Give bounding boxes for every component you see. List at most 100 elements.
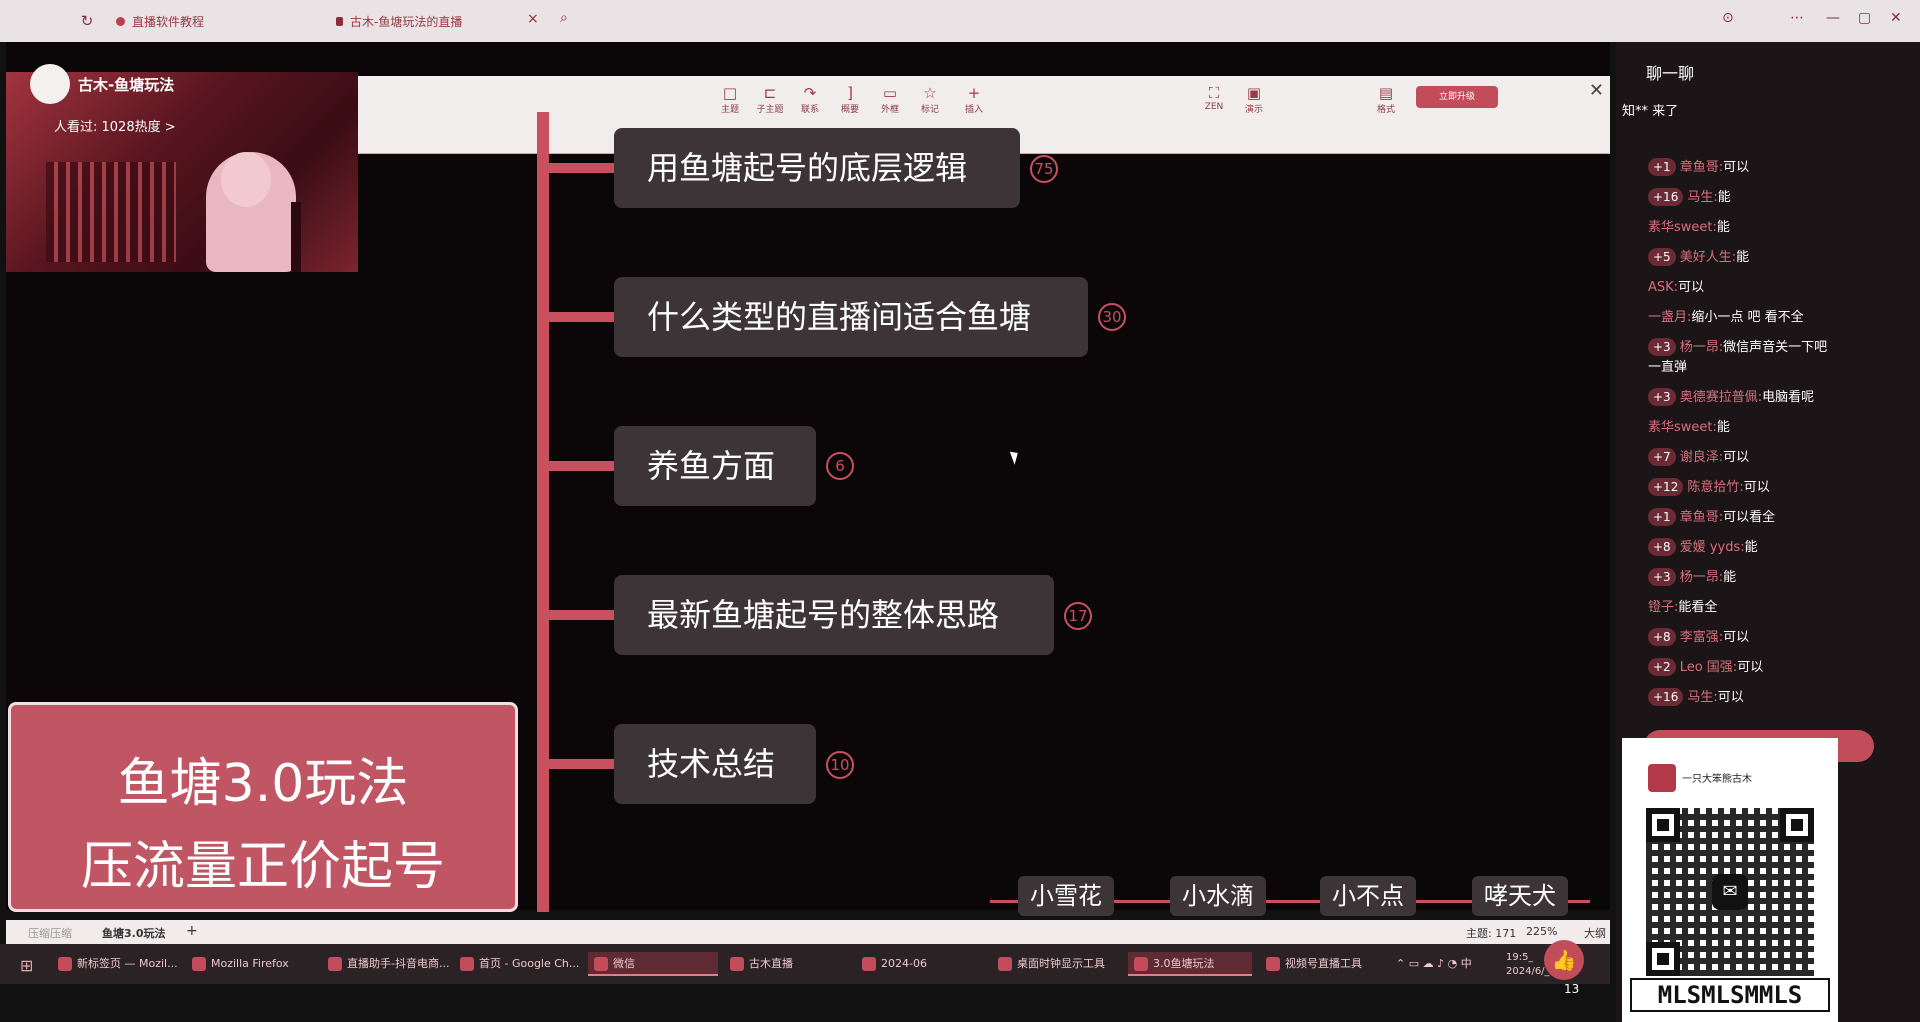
topic-button[interactable]: □ 主题 xyxy=(708,84,752,115)
relation-button[interactable]: ↷ 联系 xyxy=(788,84,832,115)
node-count-badge[interactable]: 6 xyxy=(826,452,854,480)
level-badge: +16 xyxy=(1648,688,1684,706)
taskbar-item[interactable]: 古木直播 xyxy=(730,952,850,976)
sub-node[interactable]: 小雪花 xyxy=(1018,876,1114,916)
like-icon[interactable]: 👍 xyxy=(1544,940,1584,980)
taskbar-item[interactable]: 2024-06 xyxy=(862,952,982,976)
zoom-level[interactable]: 225% xyxy=(1526,925,1557,938)
chat-text: 能 xyxy=(1723,570,1737,585)
taskbar-item-active[interactable]: 微信 xyxy=(588,952,718,976)
chat-user[interactable]: 章鱼哥: xyxy=(1680,510,1723,525)
summary-label: 概要 xyxy=(840,105,859,115)
taskbar-label: 首页 - Google Ch... xyxy=(479,957,580,970)
viewer-count[interactable]: 人看过: 1028热度 > xyxy=(54,116,176,135)
taskbar-label: 古木直播 xyxy=(749,957,793,970)
chat-user[interactable]: 马生: xyxy=(1687,690,1717,705)
taskbar-item[interactable]: Mozilla Firefox xyxy=(192,952,302,976)
chat-user[interactable]: 爱媛 yyds: xyxy=(1680,540,1745,555)
chat-user[interactable]: 镫子: xyxy=(1648,600,1678,615)
format-button[interactable]: ▤ 格式 xyxy=(1364,84,1408,115)
mindmap-node[interactable]: 养鱼方面 xyxy=(614,426,816,506)
tab-live[interactable]: 古木-鱼塘玩法的直播 xyxy=(336,8,462,34)
firefox-icon xyxy=(192,957,206,971)
windows-start-icon[interactable]: ⊞ xyxy=(20,956,33,975)
chat-user[interactable]: 杨一昂: xyxy=(1680,570,1723,585)
search-icon[interactable]: ⌕ xyxy=(560,10,568,26)
title-card: 鱼塘3.0玩法 压流量正价起号 xyxy=(8,702,518,912)
node-count-badge[interactable]: 17 xyxy=(1064,602,1092,630)
sub-node[interactable]: 小水滴 xyxy=(1170,876,1266,916)
chat-message: +12 陈意拾竹:可以 xyxy=(1648,476,1770,496)
tab-close-icon[interactable]: × xyxy=(527,11,539,27)
mindmap-node[interactable]: 什么类型的直播间适合鱼塘 xyxy=(614,277,1088,357)
chat-text: 可以 xyxy=(1723,630,1750,645)
mindmap-node[interactable]: 技术总结 xyxy=(614,724,816,804)
present-button[interactable]: ▣ 演示 xyxy=(1232,84,1276,115)
tab-tutorial[interactable]: 直播软件教程 xyxy=(116,8,204,34)
video-tool-icon xyxy=(1266,957,1280,971)
node-count-badge[interactable]: 30 xyxy=(1098,303,1126,331)
outline-toggle[interactable]: 大纲 xyxy=(1584,925,1606,941)
star-icon: ☆ xyxy=(923,84,937,102)
mindmap-node[interactable]: 最新鱼塘起号的整体思路 xyxy=(614,575,1054,655)
sub-node[interactable]: 哮天犬 xyxy=(1472,876,1568,916)
taskbar-label: 直播助手-抖音电商... xyxy=(347,957,450,970)
chat-user[interactable]: 章鱼哥: xyxy=(1680,160,1723,175)
chat-user[interactable]: 杨一昂: xyxy=(1680,340,1723,355)
chat-message: +16 马生:能 xyxy=(1648,186,1731,206)
boundary-icon: ▭ xyxy=(882,84,898,102)
subtopic-button[interactable]: ⊏ 子主题 xyxy=(748,84,792,115)
tray-icons[interactable]: ⌃ ▭ ☁ ♪ ◔ 中 xyxy=(1396,952,1472,976)
node-count-badge[interactable]: 10 xyxy=(826,751,854,779)
doc-tab[interactable]: 压缩压缩 xyxy=(28,925,72,941)
taskbar-item[interactable]: 直播助手-抖音电商... xyxy=(328,952,452,976)
insert-label: 插入 xyxy=(964,105,983,115)
present-label: 演示 xyxy=(1244,105,1263,115)
summary-button[interactable]: ] 概要 xyxy=(828,84,872,115)
add-tab-icon[interactable]: + xyxy=(186,923,198,939)
reload-icon[interactable]: ↻ xyxy=(78,12,96,30)
boundary-button[interactable]: ▭ 外框 xyxy=(868,84,912,115)
chat-user[interactable]: 马生: xyxy=(1687,190,1717,205)
chat-user[interactable]: 谢良泽: xyxy=(1680,450,1723,465)
marker-button[interactable]: ☆ 标记 xyxy=(908,84,952,115)
chat-text: 可以 xyxy=(1723,160,1750,175)
download-icon[interactable]: ⊙ xyxy=(1722,10,1734,26)
zen-button[interactable]: ⛶ ZEN xyxy=(1192,84,1236,112)
record-icon xyxy=(116,16,125,26)
node-count-badge[interactable]: 75 xyxy=(1030,155,1058,183)
taskbar-item-active[interactable]: 3.0鱼塘玩法 xyxy=(1128,952,1252,976)
insert-button[interactable]: + 插入 xyxy=(952,84,996,115)
upgrade-button[interactable]: 立即升级 xyxy=(1416,86,1498,108)
chat-user[interactable]: 美好人生: xyxy=(1680,250,1736,265)
level-badge: +5 xyxy=(1648,248,1676,266)
taskbar-item[interactable]: 桌面时钟显示工具 xyxy=(998,952,1122,976)
chat-user[interactable]: 一盏月: xyxy=(1648,310,1691,325)
chat-user[interactable]: 素华sweet: xyxy=(1648,220,1717,235)
sub-node[interactable]: 小不点 xyxy=(1320,876,1416,916)
chat-user[interactable]: 李富强: xyxy=(1680,630,1723,645)
chat-text: 可以 xyxy=(1723,450,1750,465)
taskbar-item[interactable]: 首页 - Google Ch... xyxy=(460,952,584,976)
minimize-icon[interactable]: — xyxy=(1826,10,1840,26)
browser-bar: ↻ 直播软件教程 古木-鱼塘玩法的直播 × ⌕ ⊙ ⋯ — ▢ ✕ xyxy=(0,0,1920,42)
more-icon[interactable]: ⋯ xyxy=(1790,10,1804,26)
taskbar-item[interactable]: 视频号直播工具 xyxy=(1266,952,1390,976)
chat-user[interactable]: ASK: xyxy=(1648,280,1678,295)
maximize-icon[interactable]: ▢ xyxy=(1858,10,1871,26)
taskbar-item[interactable]: 新标签页 — Mozil... xyxy=(58,952,178,976)
close-icon[interactable]: ✕ xyxy=(1589,80,1604,101)
chat-message: +3 杨一昂:微信声音关一下吧 xyxy=(1648,336,1827,356)
chat-user[interactable]: 奥德赛拉普佩: xyxy=(1680,390,1762,405)
streamer-avatar[interactable] xyxy=(30,64,70,104)
doc-tab-active[interactable]: 鱼塘3.0玩法 xyxy=(102,925,166,941)
mindmap-node[interactable]: 用鱼塘起号的底层逻辑 xyxy=(614,128,1020,208)
chat-text: 微信声音关一下吧 xyxy=(1723,340,1828,355)
chat-user[interactable]: 素华sweet: xyxy=(1648,420,1717,435)
chat-user[interactable]: 陈意拾竹: xyxy=(1687,480,1743,495)
chat-text: 可以 xyxy=(1717,690,1744,705)
chat-user[interactable]: Leo 国强: xyxy=(1680,660,1737,675)
close-icon[interactable]: ✕ xyxy=(1890,10,1902,26)
title-line-2: 压流量正价起号 xyxy=(80,837,445,897)
marker-label: 标记 xyxy=(920,105,939,115)
